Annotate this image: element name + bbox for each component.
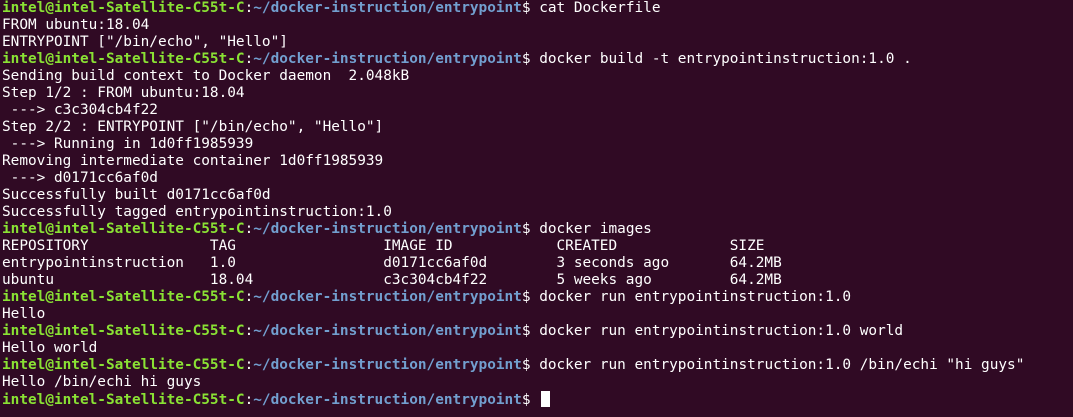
output-text: Step 1/2 : FROM ubuntu:18.04 <box>2 85 245 101</box>
prompt-user-host: intel@intel-Satellite-C55t-C <box>2 289 245 305</box>
prompt-user-host: intel@intel-Satellite-C55t-C <box>2 0 245 16</box>
command-text: docker images <box>539 221 652 237</box>
output-line: REPOSITORY TAG IMAGE ID CREATED SIZE <box>2 238 1071 255</box>
prompt-symbol: $ <box>521 0 540 16</box>
prompt-symbol: $ <box>521 289 540 305</box>
output-line: Hello <box>2 306 1071 323</box>
command-text: docker run entrypointinstruction:1.0 /bi… <box>539 357 1025 373</box>
prompt-line: intel@intel-Satellite-C55t-C:~/docker-in… <box>2 221 1071 238</box>
output-text: Step 2/2 : ENTRYPOINT ["/bin/echo", "Hel… <box>2 119 384 135</box>
output-line: ENTRYPOINT ["/bin/echo", "Hello"] <box>2 34 1071 51</box>
prompt-separator: : <box>244 323 254 339</box>
prompt-user-host: intel@intel-Satellite-C55t-C <box>2 392 245 408</box>
prompt-symbol: $ <box>521 51 540 67</box>
output-line: Step 1/2 : FROM ubuntu:18.04 <box>2 85 1071 102</box>
output-text: ---> Running in 1d0ff1985939 <box>2 136 254 152</box>
prompt-path: ~/docker-instruction/entrypoint <box>253 289 522 305</box>
prompt-separator: : <box>244 221 254 237</box>
prompt-line: intel@intel-Satellite-C55t-C:~/docker-in… <box>2 357 1071 374</box>
prompt-line: intel@intel-Satellite-C55t-C:~/docker-in… <box>2 323 1071 340</box>
output-line: Successfully built d0171cc6af0d <box>2 187 1071 204</box>
command-text: docker run entrypointinstruction:1.0 wor… <box>539 323 904 339</box>
command-text: cat Dockerfile <box>539 0 661 16</box>
output-text: FROM ubuntu:18.04 <box>2 17 150 33</box>
output-text: entrypointinstruction 1.0 d0171cc6af0d 3… <box>2 255 782 271</box>
prompt-line: intel@intel-Satellite-C55t-C:~/docker-in… <box>2 51 1071 68</box>
output-text: Removing intermediate container 1d0ff198… <box>2 153 384 169</box>
output-line: ---> d0171cc6af0d <box>2 170 1071 187</box>
command-text: docker build -t entrypointinstruction:1.… <box>539 51 912 67</box>
prompt-path: ~/docker-instruction/entrypoint <box>253 323 522 339</box>
prompt-separator: : <box>244 357 254 373</box>
output-line: Successfully tagged entrypointinstructio… <box>2 204 1071 221</box>
prompt-user-host: intel@intel-Satellite-C55t-C <box>2 51 245 67</box>
prompt-user-host: intel@intel-Satellite-C55t-C <box>2 221 245 237</box>
prompt-path: ~/docker-instruction/entrypoint <box>253 51 522 67</box>
prompt-user-host: intel@intel-Satellite-C55t-C <box>2 357 245 373</box>
output-line: Hello /bin/echi hi guys <box>2 374 1071 391</box>
prompt-separator: : <box>244 51 254 67</box>
prompt-line: intel@intel-Satellite-C55t-C:~/docker-in… <box>2 0 1071 17</box>
command-text: docker run entrypointinstruction:1.0 <box>539 289 852 305</box>
output-text: ---> c3c304cb4f22 <box>2 102 158 118</box>
prompt-path: ~/docker-instruction/entrypoint <box>253 0 522 16</box>
output-line: Sending build context to Docker daemon 2… <box>2 68 1071 85</box>
prompt-path: ~/docker-instruction/entrypoint <box>253 392 522 408</box>
output-line: Hello world <box>2 340 1071 357</box>
prompt-path: ~/docker-instruction/entrypoint <box>253 221 522 237</box>
prompt-symbol: $ <box>521 221 540 237</box>
prompt-separator: : <box>244 392 254 408</box>
text-cursor[interactable] <box>541 391 551 407</box>
prompt-symbol: $ <box>521 323 540 339</box>
prompt-line: intel@intel-Satellite-C55t-C:~/docker-in… <box>2 289 1071 306</box>
output-line: Step 2/2 : ENTRYPOINT ["/bin/echo", "Hel… <box>2 119 1071 136</box>
output-line: Removing intermediate container 1d0ff198… <box>2 153 1071 170</box>
prompt-separator: : <box>244 0 254 16</box>
output-text: ---> d0171cc6af0d <box>2 170 158 186</box>
output-line: FROM ubuntu:18.04 <box>2 17 1071 34</box>
prompt-line: intel@intel-Satellite-C55t-C:~/docker-in… <box>2 391 1071 408</box>
output-text: Successfully tagged entrypointinstructio… <box>2 204 392 220</box>
output-text: ubuntu 18.04 c3c304cb4f22 5 weeks ago 64… <box>2 272 782 288</box>
prompt-symbol: $ <box>521 392 540 408</box>
output-text: Sending build context to Docker daemon 2… <box>2 68 410 84</box>
output-line: entrypointinstruction 1.0 d0171cc6af0d 3… <box>2 255 1071 272</box>
prompt-user-host: intel@intel-Satellite-C55t-C <box>2 323 245 339</box>
prompt-path: ~/docker-instruction/entrypoint <box>253 357 522 373</box>
prompt-separator: : <box>244 289 254 305</box>
output-line: ---> Running in 1d0ff1985939 <box>2 136 1071 153</box>
prompt-symbol: $ <box>521 357 540 373</box>
output-line: ubuntu 18.04 c3c304cb4f22 5 weeks ago 64… <box>2 272 1071 289</box>
output-text: Hello <box>2 306 46 322</box>
output-line: ---> c3c304cb4f22 <box>2 102 1071 119</box>
output-text: ENTRYPOINT ["/bin/echo", "Hello"] <box>2 34 288 50</box>
output-text: Hello /bin/echi hi guys <box>2 374 202 390</box>
output-text: Hello world <box>2 340 98 356</box>
output-text: REPOSITORY TAG IMAGE ID CREATED SIZE <box>2 238 765 254</box>
terminal-window[interactable]: intel@intel-Satellite-C55t-C:~/docker-in… <box>0 0 1073 417</box>
output-text: Successfully built d0171cc6af0d <box>2 187 271 203</box>
